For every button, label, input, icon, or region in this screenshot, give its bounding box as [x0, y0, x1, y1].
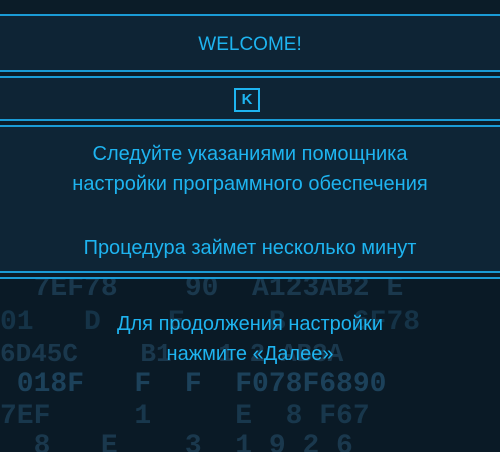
welcome-title: WELCOME!: [198, 34, 302, 55]
continue-line-2: нажмите «Далее»: [166, 343, 334, 365]
hex-row: 8 E 3 1 9 2 6: [0, 431, 353, 452]
hex-row: 7EF78 90 A123AB2 E: [0, 277, 404, 304]
instruction-line-1: Следуйте указаниями помощника: [92, 143, 408, 165]
continue-line-1: Для продолжения настройки: [116, 313, 384, 335]
hex-row: 7EF 1 E 8 F67: [0, 401, 370, 432]
duration-note: Процедура займет несколько минут: [83, 237, 417, 259]
k-logo-icon: K: [234, 88, 260, 112]
info-panel: Следуйте указаниями помощника настройки …: [0, 125, 500, 273]
instruction-line-2: настройки программного обеспечения: [72, 173, 428, 195]
hex-row: 018F F F F078F6890: [0, 369, 387, 400]
logo-band: K: [0, 76, 500, 121]
installer-window: WELCOME! K Следуйте указаниями помощника…: [0, 0, 500, 452]
continue-panel: 7EF78 90 A123AB2 E 01 D E B 6F78 6D45C B…: [0, 277, 500, 452]
title-band: WELCOME!: [0, 14, 500, 72]
